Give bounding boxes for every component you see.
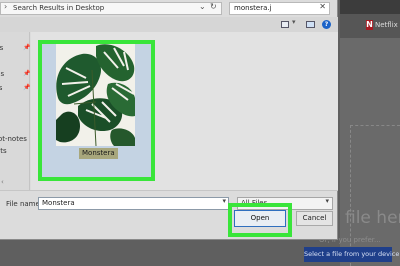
highlight-box [38, 40, 155, 181]
nav-item[interactable]: s [0, 110, 30, 121]
drop-zone [350, 125, 400, 266]
cancel-button[interactable]: Cancel [296, 211, 333, 226]
chevron-down-icon[interactable]: ▾ [222, 197, 226, 205]
divider [0, 190, 338, 191]
drop-zone-text: file here [345, 208, 400, 228]
nav-scrollbar[interactable]: ‹ [0, 178, 29, 188]
bookmark-netflix[interactable]: Netflix [375, 21, 398, 29]
nav-item[interactable]: ts 📌 [0, 84, 30, 95]
chevron-right-icon: › [4, 2, 8, 11]
highlight-box [228, 203, 292, 237]
pin-icon: 📌 [23, 70, 31, 77]
pin-icon: 📌 [23, 44, 31, 51]
filename-value: Monstera [42, 199, 75, 207]
pin-icon: 📌 [23, 84, 31, 91]
address-bar[interactable]: › Search Results in Desktop ⌄ ↻ [0, 2, 222, 15]
nav-item-label: ts [0, 84, 3, 92]
nav-item[interactable]: ds 📌 [0, 70, 30, 81]
file-open-dialog: › Search Results in Desktop ⌄ ↻ monstera… [0, 0, 338, 240]
chevron-down-icon[interactable]: ⌄ [199, 2, 206, 11]
search-input[interactable]: monstera.j ✕ [229, 2, 330, 15]
nav-item[interactable]: ots [0, 147, 30, 158]
chevron-down-icon: ▾ [325, 197, 329, 205]
nav-item-label: ds [0, 70, 5, 78]
close-icon[interactable]: ✕ [319, 2, 326, 11]
refresh-icon[interactable]: ↻ [210, 2, 217, 11]
address-path: Search Results in Desktop [13, 4, 105, 12]
select-file-button[interactable]: Select a file from your device [304, 247, 399, 262]
scroll-left-icon[interactable]: ‹ [1, 178, 4, 186]
nav-item[interactable]: ss 📌 [0, 44, 30, 55]
view-options-icon[interactable] [281, 21, 289, 28]
nav-item[interactable]: iot-notes [0, 135, 30, 146]
help-icon[interactable]: ? [322, 20, 331, 29]
chevron-down-icon[interactable]: ▾ [292, 18, 296, 26]
nav-item-label: ots [0, 147, 7, 155]
filename-field[interactable]: Monstera ▾ [38, 197, 229, 210]
filename-label: File name: [6, 200, 43, 208]
preview-pane-icon[interactable] [306, 21, 315, 28]
search-value: monstera.j [234, 4, 272, 12]
nav-item-label: ss [0, 44, 4, 52]
netflix-icon: N [366, 20, 373, 30]
browser-tab-strip [340, 0, 400, 14]
nav-item-label: iot-notes [0, 135, 27, 143]
